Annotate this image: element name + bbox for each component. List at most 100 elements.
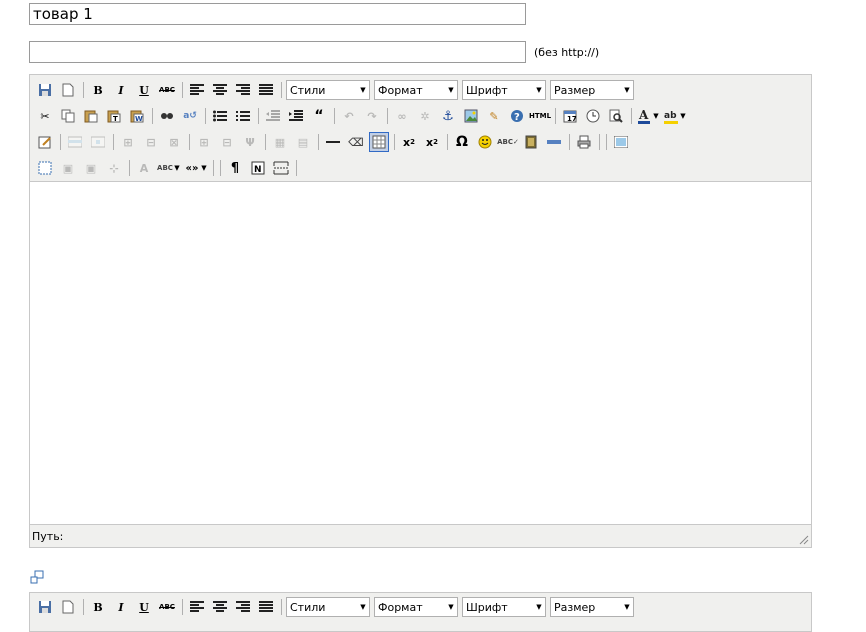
quote-icon[interactable]: «» (184, 158, 200, 178)
emoticon-icon[interactable] (475, 132, 495, 152)
spellcheck-toggle-icon[interactable]: ABC (157, 158, 173, 178)
move-backward-icon[interactable]: ▣ (81, 158, 101, 178)
align-left-icon[interactable] (187, 597, 207, 617)
cleanup-icon[interactable]: ✎ (484, 106, 504, 126)
horizontal-rule-icon[interactable] (323, 132, 343, 152)
move-forward-icon[interactable]: ▣ (58, 158, 78, 178)
url-input[interactable] (29, 41, 526, 63)
superscript-icon[interactable]: x2 (422, 132, 442, 152)
highlight-color-icon[interactable]: ab (663, 106, 679, 126)
col-before-icon[interactable]: ⊞ (194, 132, 214, 152)
delete-row-icon[interactable]: ⊠ (164, 132, 184, 152)
align-right-icon[interactable] (233, 597, 253, 617)
format-select[interactable]: Формат ▼ (374, 80, 458, 100)
align-justify-icon[interactable] (256, 80, 276, 100)
svg-text:T: T (113, 115, 118, 123)
copy-icon[interactable] (58, 106, 78, 126)
table-row-props-icon[interactable] (65, 132, 85, 152)
save-icon[interactable] (35, 597, 55, 617)
media-icon[interactable] (521, 132, 541, 152)
spellcheck-icon[interactable]: ABC✓ (497, 132, 519, 152)
indent-icon[interactable] (286, 106, 306, 126)
pagebreak-icon[interactable] (271, 158, 291, 178)
advanced-hr-icon[interactable] (544, 132, 564, 152)
print-icon[interactable] (574, 132, 594, 152)
resize-grip-icon[interactable] (797, 533, 809, 545)
styles-select[interactable]: Стили ▼ (286, 80, 370, 100)
redo-icon[interactable]: ↷ (362, 106, 382, 126)
separator (83, 82, 84, 98)
table-cell-props-icon[interactable] (88, 132, 108, 152)
paste-word-icon[interactable]: W (127, 106, 147, 126)
product-name-value: товар 1 (33, 5, 93, 23)
preview-icon[interactable] (606, 106, 626, 126)
italic-icon[interactable]: I (111, 80, 131, 100)
align-right-icon[interactable] (233, 80, 253, 100)
underline-icon[interactable]: U (134, 80, 154, 100)
new-document-icon[interactable] (58, 80, 78, 100)
quote-dropdown[interactable]: ▼ (200, 158, 208, 178)
align-center-icon[interactable] (210, 597, 230, 617)
style-props-icon[interactable]: A (134, 158, 154, 178)
insert-date-icon[interactable]: 17 (560, 106, 580, 126)
bullet-list-icon[interactable] (210, 106, 230, 126)
spellcheck-dropdown[interactable]: ▼ (173, 158, 181, 178)
link-icon[interactable]: ∞ (392, 106, 412, 126)
anchor-icon[interactable]: ⚓ (438, 106, 458, 126)
merge-cells-icon[interactable]: ▤ (293, 132, 313, 152)
bold-icon[interactable]: B (88, 80, 108, 100)
subscript-icon[interactable]: x2 (399, 132, 419, 152)
product-name-input[interactable]: товар 1 (29, 3, 526, 25)
cut-icon[interactable]: ✂ (35, 106, 55, 126)
row-before-icon[interactable]: ⊞ (118, 132, 138, 152)
html-source-icon[interactable]: HTML (529, 106, 551, 126)
font-select[interactable]: Шрифт ▼ (462, 80, 546, 100)
strikethrough-icon[interactable]: ABC (157, 597, 177, 617)
separator (129, 160, 130, 176)
unlink-icon[interactable]: ✲ (415, 106, 435, 126)
delete-col-icon[interactable]: Ψ (240, 132, 260, 152)
col-after-icon[interactable]: ⊟ (217, 132, 237, 152)
visual-chars-icon[interactable]: ¶ (225, 158, 245, 178)
font-select[interactable]: Шрифт ▼ (462, 597, 546, 617)
text-color-dropdown[interactable]: ▼ (652, 106, 660, 126)
blockquote-icon[interactable]: “ (309, 106, 329, 126)
underline-icon[interactable]: U (134, 597, 154, 617)
numbered-list-icon[interactable] (233, 106, 253, 126)
strikethrough-icon[interactable]: ABC (157, 80, 177, 100)
insert-time-icon[interactable] (583, 106, 603, 126)
replace-icon[interactable]: a↺ (180, 106, 200, 126)
text-color-icon[interactable]: A (636, 106, 652, 126)
special-char-icon[interactable]: Ω (452, 132, 472, 152)
eraser-icon[interactable]: ⌫ (346, 132, 366, 152)
outdent-icon[interactable] (263, 106, 283, 126)
help-icon[interactable]: ? (507, 106, 527, 126)
editor-content-area[interactable] (30, 182, 811, 525)
align-center-icon[interactable] (210, 80, 230, 100)
size-select[interactable]: Размер ▼ (550, 80, 634, 100)
highlight-color-dropdown[interactable]: ▼ (679, 106, 687, 126)
fullscreen-icon[interactable] (611, 132, 631, 152)
italic-icon[interactable]: I (111, 597, 131, 617)
search-icon[interactable] (157, 106, 177, 126)
paste-text-icon[interactable]: T (104, 106, 124, 126)
format-select[interactable]: Формат ▼ (374, 597, 458, 617)
split-cells-icon[interactable]: ▦ (270, 132, 290, 152)
insert-layer-icon[interactable] (35, 158, 55, 178)
nonbreaking-icon[interactable]: N (248, 158, 268, 178)
new-document-icon[interactable] (58, 597, 78, 617)
absolute-icon[interactable]: ⊹ (104, 158, 124, 178)
paste-icon[interactable] (81, 106, 101, 126)
size-select[interactable]: Размер ▼ (550, 597, 634, 617)
row-after-icon[interactable]: ⊟ (141, 132, 161, 152)
toggle-editor-icon[interactable] (30, 570, 44, 584)
align-justify-icon[interactable] (256, 597, 276, 617)
undo-icon[interactable]: ↶ (339, 106, 359, 126)
align-left-icon[interactable] (187, 80, 207, 100)
bold-icon[interactable]: B (88, 597, 108, 617)
visual-aid-icon[interactable] (369, 132, 389, 152)
styles-select[interactable]: Стили ▼ (286, 597, 370, 617)
edit-css-icon[interactable] (35, 132, 55, 152)
image-icon[interactable] (461, 106, 481, 126)
save-icon[interactable] (35, 80, 55, 100)
